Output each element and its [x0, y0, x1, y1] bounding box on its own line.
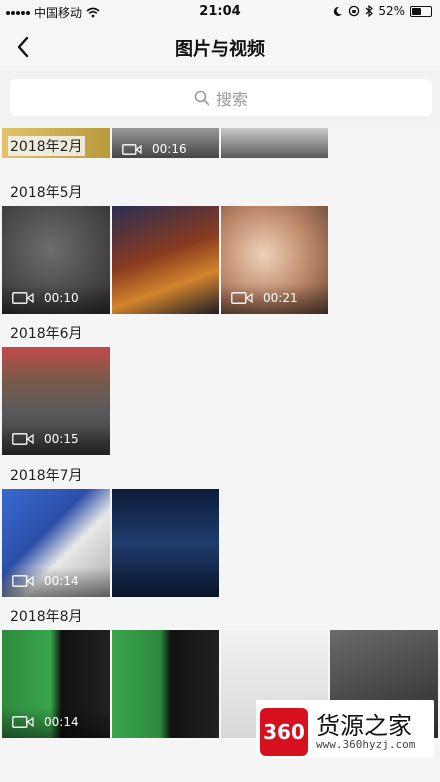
bluetooth-icon [365, 5, 374, 17]
video-duration: 00:16 [152, 142, 187, 156]
battery-fill [412, 7, 422, 15]
search-input[interactable]: 搜索 [10, 79, 432, 116]
media-thumbnail[interactable] [112, 206, 219, 314]
video-info: 00:16 [122, 142, 187, 156]
video-camera-icon [12, 575, 34, 587]
video-duration: 00:14 [44, 715, 79, 729]
search-placeholder: 搜索 [215, 89, 248, 109]
orientation-lock-icon [349, 5, 360, 17]
video-duration: 00:10 [44, 291, 79, 305]
section-label: 2018年5月 [10, 185, 83, 201]
video-info: 00:15 [12, 432, 79, 446]
media-thumbnail[interactable] [221, 128, 328, 158]
video-info: 00:14 [12, 715, 79, 729]
video-camera-icon [12, 716, 34, 728]
section-label: 2018年7月 [10, 468, 83, 484]
video-duration: 00:15 [44, 432, 79, 446]
watermark: 360 货源之家 www.360hyzj.com [256, 700, 434, 758]
video-info: 00:10 [12, 291, 79, 305]
video-info: 00:14 [12, 574, 79, 588]
search-area: 搜索 [0, 70, 440, 128]
video-camera-icon [231, 292, 253, 304]
video-thumbnail[interactable]: 00:15 [2, 347, 110, 455]
video-thumbnail[interactable]: 00:14 [2, 489, 110, 597]
status-bar: 中国移动 21:04 52% [0, 0, 440, 24]
section-label: 2018年8月 [10, 609, 83, 625]
search-icon [194, 90, 210, 105]
video-thumbnail[interactable]: 00:10 [2, 206, 110, 314]
video-duration: 00:21 [263, 291, 298, 305]
media-thumbnail[interactable] [112, 489, 219, 597]
video-info: 00:21 [231, 291, 298, 305]
media-thumbnail[interactable] [112, 630, 219, 738]
section-label: 2018年2月 [8, 136, 85, 156]
video-camera-icon [12, 433, 34, 445]
video-camera-icon [12, 292, 34, 304]
video-thumbnail[interactable]: 00:16 [112, 128, 219, 158]
moon-icon [334, 6, 343, 16]
page-title: 图片与视频 [175, 39, 265, 60]
section-label: 2018年6月 [10, 326, 83, 342]
video-thumbnail[interactable]: 00:14 [2, 630, 110, 738]
watermark-name: 货源之家 [316, 712, 412, 740]
battery-icon [410, 5, 432, 17]
video-duration: 00:14 [44, 574, 79, 588]
video-camera-icon [122, 143, 142, 155]
video-thumbnail[interactable]: 00:21 [221, 206, 328, 314]
watermark-logo: 360 [260, 708, 308, 756]
status-right: 52% [332, 4, 432, 18]
watermark-url: www.360hyzj.com [316, 738, 416, 751]
battery-percent: 52% [378, 4, 405, 18]
nav-bar: 图片与视频 [0, 24, 440, 70]
